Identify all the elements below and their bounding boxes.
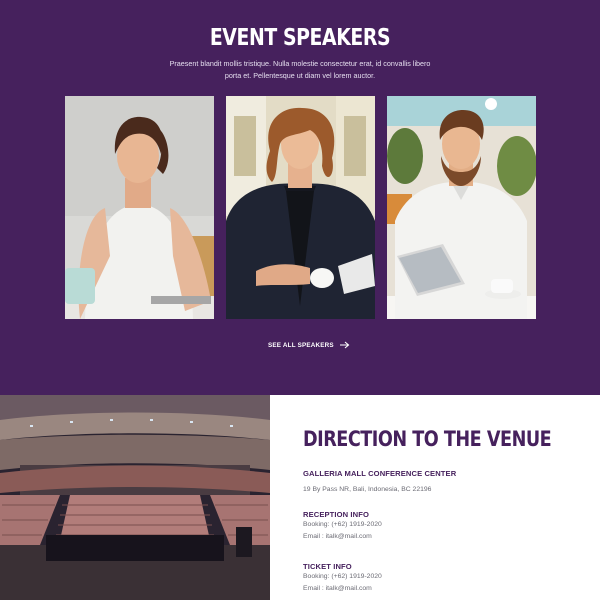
venue-info: GALLERIA MALL CONFERENCE CENTER 19 By Pa… [303,469,456,496]
see-all-label: SEE ALL SPEAKERS [268,341,334,349]
venue-address: 19 By Pass NR, Bali, Indonesia, BC 22196 [303,486,432,493]
speaker-photo-3[interactable] [387,96,536,319]
ticket-email[interactable]: Email : italk@mail.com [303,583,382,595]
arrow-right-icon [339,341,350,349]
reception-heading: RECEPTION INFO [303,510,369,519]
event-speakers-section: EVENT SPEAKERS Praesent blandit mollis t… [0,0,600,395]
speaker-photo-2[interactable] [226,96,375,319]
section-title: EVENT SPEAKERS [209,25,391,51]
reception-booking: Booking: (+62) 1919-2020 [303,521,382,528]
ticket-booking: Booking: (+62) 1919-2020 [303,573,382,580]
speaker-photo-1[interactable] [65,96,214,319]
venue-auditorium-image [0,395,270,600]
reception-info: RECEPTION INFO Booking: (+62) 1919-2020 … [303,510,382,543]
ticket-info: TICKET INFO Booking: (+62) 1919-2020 Ema… [303,562,382,595]
intro-line-2: porta et. Pellentesque ut diam vel lorem… [224,71,376,80]
section-intro: Praesent blandit mollis tristique. Nulla… [165,58,435,82]
reception-email[interactable]: Email : italk@mail.com [303,531,382,543]
ticket-heading: TICKET INFO [303,562,352,571]
see-all-speakers-link[interactable]: SEE ALL SPEAKERS [268,339,350,351]
venue-name: GALLERIA MALL CONFERENCE CENTER [303,469,457,478]
intro-line-1: Praesent blandit mollis tristique. Nulla… [169,59,431,68]
direction-title: DIRECTION TO THE VENUE [303,427,552,451]
